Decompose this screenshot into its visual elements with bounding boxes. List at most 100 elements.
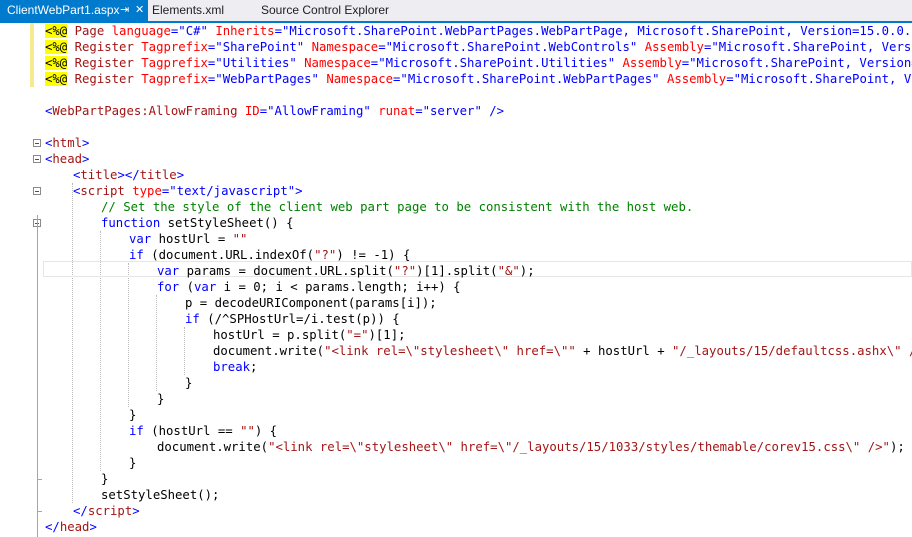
code-line[interactable]: <%@ Register Tagprefix="WebPartPages" Na… — [45, 71, 912, 87]
code-token: type — [132, 184, 162, 198]
code-token: (/^SPHostUrl=/i.test(p)) { — [199, 312, 400, 326]
code-token: if — [185, 312, 200, 326]
tab-clientwebpart1-aspx[interactable]: ClientWebPart1.aspx ⇥ ✕ — [0, 0, 148, 21]
code-token: i = 0; i < params.length; i++) { — [216, 280, 461, 294]
code-token: "" — [232, 232, 248, 246]
code-token: setStyleSheet() { — [160, 216, 294, 230]
code-token: <%@ — [45, 56, 68, 70]
code-line[interactable]: } — [129, 407, 136, 423]
code-token: Assembly — [666, 72, 727, 86]
code-token: Tagprefix — [141, 72, 208, 86]
code-token: head — [52, 152, 83, 166]
code-token: hostUrl = — [151, 232, 233, 246]
code-token: WebPartPages:AllowFraming — [52, 104, 238, 118]
code-editor[interactable]: <%@ Page language="C#" Inherits="Microso… — [0, 23, 912, 537]
code-token: runat — [378, 104, 416, 118]
code-token: } — [185, 376, 193, 390]
code-token: script — [87, 504, 133, 518]
code-token: Assembly — [622, 56, 682, 70]
code-line[interactable]: for (var i = 0; i < params.length; i++) … — [157, 279, 461, 295]
collapse-region-icon[interactable] — [33, 187, 41, 195]
code-token: setStyleSheet(); — [101, 488, 220, 502]
code-token: "/_layouts/15/defaultcss.ashx\" />" — [672, 344, 912, 358]
code-token: </ — [45, 520, 60, 534]
code-token: Assembly — [644, 40, 704, 54]
code-line[interactable]: // Set the style of the client web part … — [101, 199, 693, 215]
code-token: ="SharePoint" — [207, 40, 305, 54]
code-token: ="Microsoft.SharePoint.WebControls" — [378, 40, 638, 54]
pin-icon[interactable]: ⇥ — [120, 0, 129, 21]
code-line[interactable]: var hostUrl = "" — [129, 231, 247, 247]
code-line[interactable]: <head> — [45, 151, 89, 167]
code-token: "=" — [346, 328, 369, 342]
code-token: ); — [519, 264, 535, 278]
code-line[interactable]: } — [129, 455, 136, 471]
code-line[interactable]: } — [101, 471, 108, 487]
code-token: ="Microsoft.SharePoint.WebPartPages.WebP… — [274, 24, 912, 38]
code-token: ="Microsoft.SharePoint, Version=15.0.0 — [681, 56, 912, 70]
code-line[interactable]: p = decodeURIComponent(params[i]); — [185, 295, 437, 311]
code-line[interactable]: break; — [213, 359, 257, 375]
tab-label: Source Control Explorer — [261, 3, 390, 17]
tab-elements-xml[interactable]: Elements.xml — [152, 0, 224, 21]
code-line[interactable]: } — [185, 375, 192, 391]
code-line[interactable]: <%@ Page language="C#" Inherits="Microso… — [45, 23, 912, 39]
code-token: > — [176, 168, 185, 182]
code-token: > — [89, 520, 97, 534]
code-line[interactable]: setStyleSheet(); — [101, 487, 219, 503]
code-line[interactable]: </script> — [73, 503, 140, 519]
code-line[interactable]: <script type="text/javascript"> — [73, 183, 303, 199]
code-token: "&" — [497, 264, 520, 278]
code-line[interactable]: document.write("<link rel=\"stylesheet\"… — [213, 343, 912, 359]
tab-label: Elements.xml — [152, 3, 225, 17]
code-token: title — [139, 168, 177, 182]
code-line[interactable]: } — [157, 391, 164, 407]
tab-source-control-explorer[interactable]: Source Control Explorer — [261, 0, 389, 21]
code-token: ="C#" — [170, 24, 208, 38]
code-token: (document.URL.indexOf( — [143, 248, 315, 262]
close-icon[interactable]: ✕ — [135, 0, 144, 21]
collapse-region-icon[interactable] — [33, 139, 41, 147]
code-token: Namespace — [326, 72, 394, 86]
code-token: /> — [489, 104, 505, 118]
code-token: "<link rel=\"stylesheet\" href=\"/_layou… — [268, 440, 890, 454]
code-token: document.write( — [213, 344, 325, 358]
code-line[interactable]: <%@ Register Tagprefix="Utilities" Names… — [45, 55, 912, 71]
code-token: Register — [74, 56, 134, 70]
code-token: if — [129, 424, 144, 438]
code-line[interactable]: function setStyleSheet() { — [101, 215, 294, 231]
code-token: for — [157, 280, 180, 294]
code-token: ="server" — [415, 104, 482, 118]
code-line[interactable]: if (hostUrl == "") { — [129, 423, 277, 439]
code-token: document.write( — [157, 440, 269, 454]
code-line[interactable]: hostUrl = p.split("=")[1]; — [213, 327, 406, 343]
code-token: var — [129, 232, 152, 246]
code-line[interactable]: <%@ Register Tagprefix="SharePoint" Name… — [45, 39, 912, 55]
code-line[interactable]: </head> — [45, 519, 97, 535]
collapse-region-icon[interactable] — [33, 155, 41, 163]
code-token: (hostUrl == — [143, 424, 241, 438]
code-line[interactable]: <WebPartPages:AllowFraming ID="AllowFram… — [45, 103, 504, 119]
code-line[interactable]: document.write("<link rel=\"stylesheet\"… — [157, 439, 905, 455]
outline-end-tick — [37, 511, 42, 512]
code-line[interactable]: <html> — [45, 135, 89, 151]
code-token: Register — [74, 40, 134, 54]
code-line[interactable]: var params = document.URL.split("?")[1].… — [157, 263, 535, 279]
code-line[interactable]: <title></title> — [73, 167, 184, 183]
code-token: </ — [73, 504, 88, 518]
code-token: ; — [250, 360, 258, 374]
change-tracking-bar — [30, 23, 34, 87]
code-token: )[1]; — [368, 328, 406, 342]
code-token: params = document.URL.split( — [179, 264, 394, 278]
code-token: ="AllowFraming" — [259, 104, 371, 118]
code-line[interactable]: if (document.URL.indexOf("?") != -1) { — [129, 247, 410, 263]
code-line[interactable]: if (/^SPHostUrl=/i.test(p)) { — [185, 311, 400, 327]
code-token: ) != -1) { — [336, 248, 411, 262]
code-token: hostUrl = p.split( — [213, 328, 347, 342]
code-token: > — [295, 184, 303, 198]
